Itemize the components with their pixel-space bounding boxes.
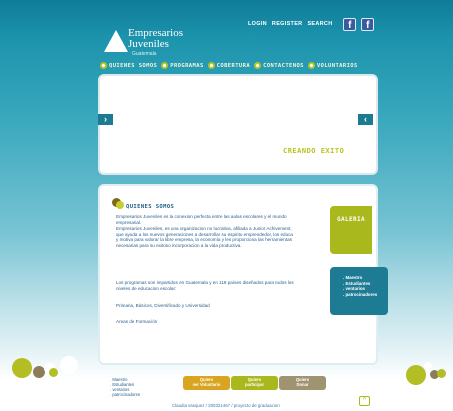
link-areas-formacion[interactable]: Areas de Formación bbox=[116, 319, 296, 325]
logo-name: Empresarios Juveniles bbox=[128, 28, 183, 50]
title-bullet-icon-2 bbox=[116, 201, 124, 209]
nav-programas[interactable]: PROGRAMAS bbox=[161, 62, 203, 69]
decor-circle bbox=[437, 369, 446, 378]
register-link[interactable]: REGISTER bbox=[272, 21, 303, 31]
participate-button[interactable]: Quiero participar bbox=[231, 376, 278, 390]
decor-circle bbox=[424, 362, 432, 370]
banner-slider bbox=[98, 74, 378, 175]
footer-credit: Claudia vasquez / 200321467 / proyecto d… bbox=[172, 403, 280, 408]
banner-tagline: CREANDO EXITO bbox=[283, 147, 345, 155]
logo-name-line2: Juveniles bbox=[128, 38, 169, 50]
decor-circle bbox=[60, 356, 78, 374]
scroll-top-icon[interactable]: ^ bbox=[359, 396, 370, 406]
nav-bullet-icon bbox=[100, 62, 107, 69]
main-nav: QUIENES SOMOS PROGRAMAS COBERTURA CONTAC… bbox=[100, 62, 358, 69]
nav-label: VOLUNTARIOS bbox=[316, 62, 358, 69]
nav-bullet-icon bbox=[307, 62, 315, 69]
nav-cobertura[interactable]: COBERTURA bbox=[207, 62, 251, 69]
slider-next-arrow-icon[interactable]: › bbox=[98, 114, 113, 125]
nav-voluntarios[interactable]: VOLUNTARIOS bbox=[307, 62, 358, 69]
nav-bullet-icon bbox=[207, 62, 215, 69]
facebook-icon-2[interactable]: f bbox=[361, 18, 375, 31]
nav-label: COBERTURA bbox=[216, 62, 251, 69]
sidebar-links-box: . Maestro . Estudiantes . ventarios . pa… bbox=[330, 267, 388, 315]
paragraph-about: Empresarios Juveniles, es una organizaci… bbox=[116, 226, 293, 248]
slider-prev-arrow-icon[interactable]: ‹ bbox=[358, 114, 373, 125]
button-label: Donar bbox=[296, 381, 309, 387]
logo-subtitle: Guatemala bbox=[132, 51, 157, 57]
button-label: ser Voluntario bbox=[192, 381, 221, 387]
sidebar-link-patrocinadores[interactable]: . patrocinadores bbox=[343, 292, 388, 298]
nav-contactenos[interactable]: CONTACTENOS bbox=[254, 62, 304, 69]
volunteer-button[interactable]: Quiero ser Voluntario bbox=[183, 376, 230, 390]
nav-bullet-icon bbox=[254, 62, 262, 69]
button-label: participar bbox=[244, 381, 265, 387]
site-logo[interactable]: Empresarios Juveniles Guatemala bbox=[104, 24, 184, 62]
nav-bullet-icon bbox=[161, 62, 169, 69]
galeria-button[interactable]: GALERIA bbox=[330, 206, 372, 254]
paragraph-levels: Primaria, Básicos, Diversificado y Unive… bbox=[116, 303, 210, 308]
donate-button[interactable]: Quiero Donar bbox=[279, 376, 326, 390]
nav-quienes-somos[interactable]: QUIENES SOMOS bbox=[100, 62, 157, 69]
section-title: QUIENES SOMOS bbox=[126, 204, 175, 210]
top-nav: LOGIN REGISTER SEARCH f f bbox=[248, 18, 375, 31]
paragraph-intro: Empresarios Juveniles es la conexion per… bbox=[116, 214, 287, 225]
nav-label: QUIENES SOMOS bbox=[109, 62, 158, 69]
footer-link-patrocinadores[interactable]: . patrocinadores bbox=[110, 392, 140, 397]
logo-triangle-icon bbox=[104, 30, 128, 52]
nav-label: PROGRAMAS bbox=[170, 62, 204, 69]
paragraph-programs: Los programas son impartidos en Guatemal… bbox=[116, 280, 294, 291]
decor-circle bbox=[406, 365, 426, 385]
login-link[interactable]: LOGIN bbox=[248, 21, 267, 31]
nav-label: CONTACTENOS bbox=[263, 62, 304, 69]
decor-circle bbox=[49, 368, 58, 377]
facebook-icon[interactable]: f bbox=[343, 18, 357, 31]
decor-circle bbox=[12, 358, 32, 378]
search-link[interactable]: SEARCH bbox=[307, 21, 332, 31]
footer-links: . Maestro . Estudiantes . ventarios . pa… bbox=[110, 377, 140, 397]
